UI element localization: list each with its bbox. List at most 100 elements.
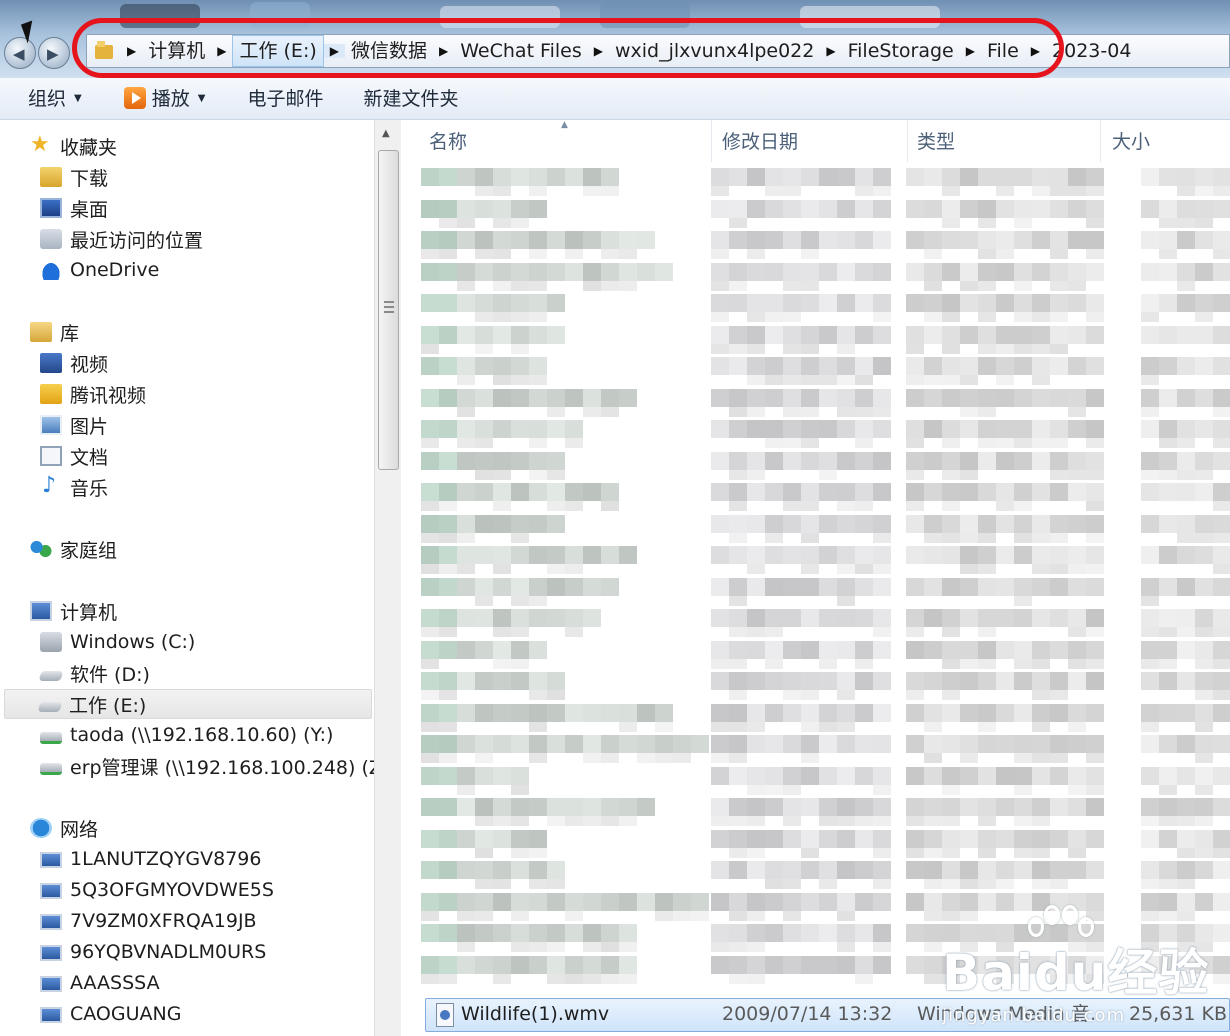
mosaic-cell	[873, 564, 891, 574]
mosaic-cell	[765, 451, 783, 470]
nav-drive-c[interactable]: Windows (C:)	[40, 628, 195, 656]
organize-menu-button[interactable]: 组织 ▼	[14, 78, 96, 120]
mosaic-cell	[819, 816, 837, 826]
mosaic-cell	[1032, 829, 1050, 848]
mosaic-cell	[855, 798, 873, 816]
nav-network[interactable]: 网络	[30, 814, 98, 842]
scroll-up-arrow-icon[interactable]: ▲	[382, 128, 390, 139]
mosaic-cell	[873, 627, 891, 637]
mosaic-cell	[1213, 199, 1230, 218]
mosaic-cell	[873, 703, 891, 722]
mosaic-cell	[906, 451, 924, 470]
mosaic-cell	[493, 861, 511, 879]
new-folder-button[interactable]: 新建文件夹	[349, 78, 472, 120]
mosaic-cell	[978, 312, 996, 322]
mosaic-cell	[601, 186, 619, 196]
nav-network-pc[interactable]: 96YQBVNADLM0URS	[40, 938, 266, 966]
nav-downloads[interactable]: 下载	[40, 163, 108, 191]
column-name[interactable]: 名称	[401, 120, 712, 162]
mosaic-cell	[855, 325, 873, 344]
nav-videos[interactable]: 视频	[40, 349, 108, 377]
mosaic-cell	[924, 262, 942, 281]
nav-network-pc[interactable]: 7V9ZM0XFRQA19JB	[40, 907, 257, 935]
mosaic-cell	[475, 231, 493, 249]
column-modified[interactable]: 修改日期	[694, 120, 908, 162]
nav-network-pc[interactable]: CAOGUANG	[40, 1000, 181, 1028]
mosaic-cell	[529, 735, 547, 753]
mosaic-cell	[1195, 798, 1213, 816]
mosaic-cell	[783, 199, 801, 218]
mosaic-cell	[439, 753, 457, 763]
nav-network-pc[interactable]: AAASSSA	[40, 969, 160, 997]
mosaic-cell	[1014, 388, 1032, 407]
mosaic-cell	[747, 861, 765, 879]
nav-favorites[interactable]: 收藏夹	[30, 132, 117, 160]
mosaic-cell	[942, 861, 960, 879]
mosaic-cell	[601, 501, 619, 511]
forward-button[interactable]: ▶	[38, 37, 70, 69]
network-computer-icon	[40, 976, 62, 992]
nav-tencent-video[interactable]: 腾讯视频	[40, 380, 146, 408]
nav-onedrive[interactable]: OneDrive	[40, 256, 159, 284]
column-size[interactable]: 大小	[1084, 120, 1230, 162]
mosaic-cell	[765, 546, 783, 564]
mosaic-cell	[1141, 627, 1159, 637]
mosaic-cell	[511, 955, 529, 974]
mosaic-cell	[747, 469, 765, 480]
mosaic-cell	[1195, 721, 1213, 732]
nav-network-pc[interactable]: 1LANUTZQYGV8796	[40, 845, 261, 873]
mosaic-cell	[765, 375, 783, 385]
sidebar-scrollbar[interactable]: ▲	[374, 120, 401, 1036]
mosaic-cell	[1195, 217, 1213, 228]
mosaic-cell	[1177, 532, 1195, 543]
nav-drive-y[interactable]: taoda (\\192.168.10.60) (Y:)	[40, 721, 333, 749]
mosaic-cell	[924, 609, 942, 627]
nav-music[interactable]: 音乐	[40, 473, 108, 501]
mosaic-cell	[873, 879, 891, 889]
mosaic-cell	[511, 375, 529, 385]
mosaic-cell	[942, 924, 960, 942]
mosaic-cell	[996, 375, 1014, 385]
nav-drive-z[interactable]: erp管理课 (\\192.168.100.248) (Z:)	[40, 752, 376, 780]
mosaic-cell	[855, 892, 873, 911]
mosaic-cell	[421, 501, 439, 511]
nav-pictures[interactable]: 图片	[40, 411, 108, 439]
mosaic-cell	[1014, 735, 1032, 753]
mosaic-cell	[457, 294, 475, 312]
mosaic-cell	[978, 564, 996, 574]
mosaic-cell	[765, 262, 783, 281]
mosaic-cell	[1032, 343, 1050, 354]
email-button[interactable]: 电子邮件	[233, 78, 337, 120]
nav-drive-e[interactable]: 工作 (E:)	[4, 689, 372, 719]
nav-drive-d[interactable]: 软件 (D:)	[38, 659, 150, 687]
mosaic-cell	[565, 249, 583, 259]
mosaic-cell	[1195, 451, 1213, 470]
homegroup-icon	[30, 539, 52, 559]
nav-libraries[interactable]: 库	[30, 318, 79, 346]
video-file-icon	[436, 1003, 454, 1027]
mosaic-cell	[493, 577, 511, 596]
nav-homegroup[interactable]: 家庭组	[30, 535, 117, 563]
mosaic-cell	[529, 847, 547, 858]
play-menu-button[interactable]: 播放 ▼	[110, 78, 220, 120]
mosaic-cell	[873, 420, 891, 438]
column-type[interactable]: 类型	[889, 120, 1101, 162]
mosaic-cell	[747, 420, 765, 438]
nav-network-pc[interactable]: 5Q3OFGMYOVDWE5S	[40, 876, 274, 904]
nav-recent-places[interactable]: 最近访问的位置	[40, 225, 203, 253]
mosaic-cell	[1068, 798, 1086, 816]
nav-computer[interactable]: 计算机	[30, 597, 117, 625]
scrollbar-thumb[interactable]	[378, 150, 399, 470]
mosaic-cell	[1141, 325, 1159, 344]
mosaic-cell	[1068, 721, 1086, 732]
mosaic-cell	[1014, 672, 1032, 690]
mosaic-cell	[1014, 847, 1032, 858]
nav-documents[interactable]: 文档	[40, 442, 108, 470]
mosaic-cell	[565, 816, 583, 826]
mosaic-cell	[783, 672, 801, 690]
mosaic-cell	[801, 199, 819, 218]
mosaic-cell	[1014, 955, 1032, 974]
mosaic-cell	[1213, 892, 1230, 911]
mosaic-cell	[747, 451, 765, 470]
nav-desktop[interactable]: 桌面	[40, 194, 108, 222]
